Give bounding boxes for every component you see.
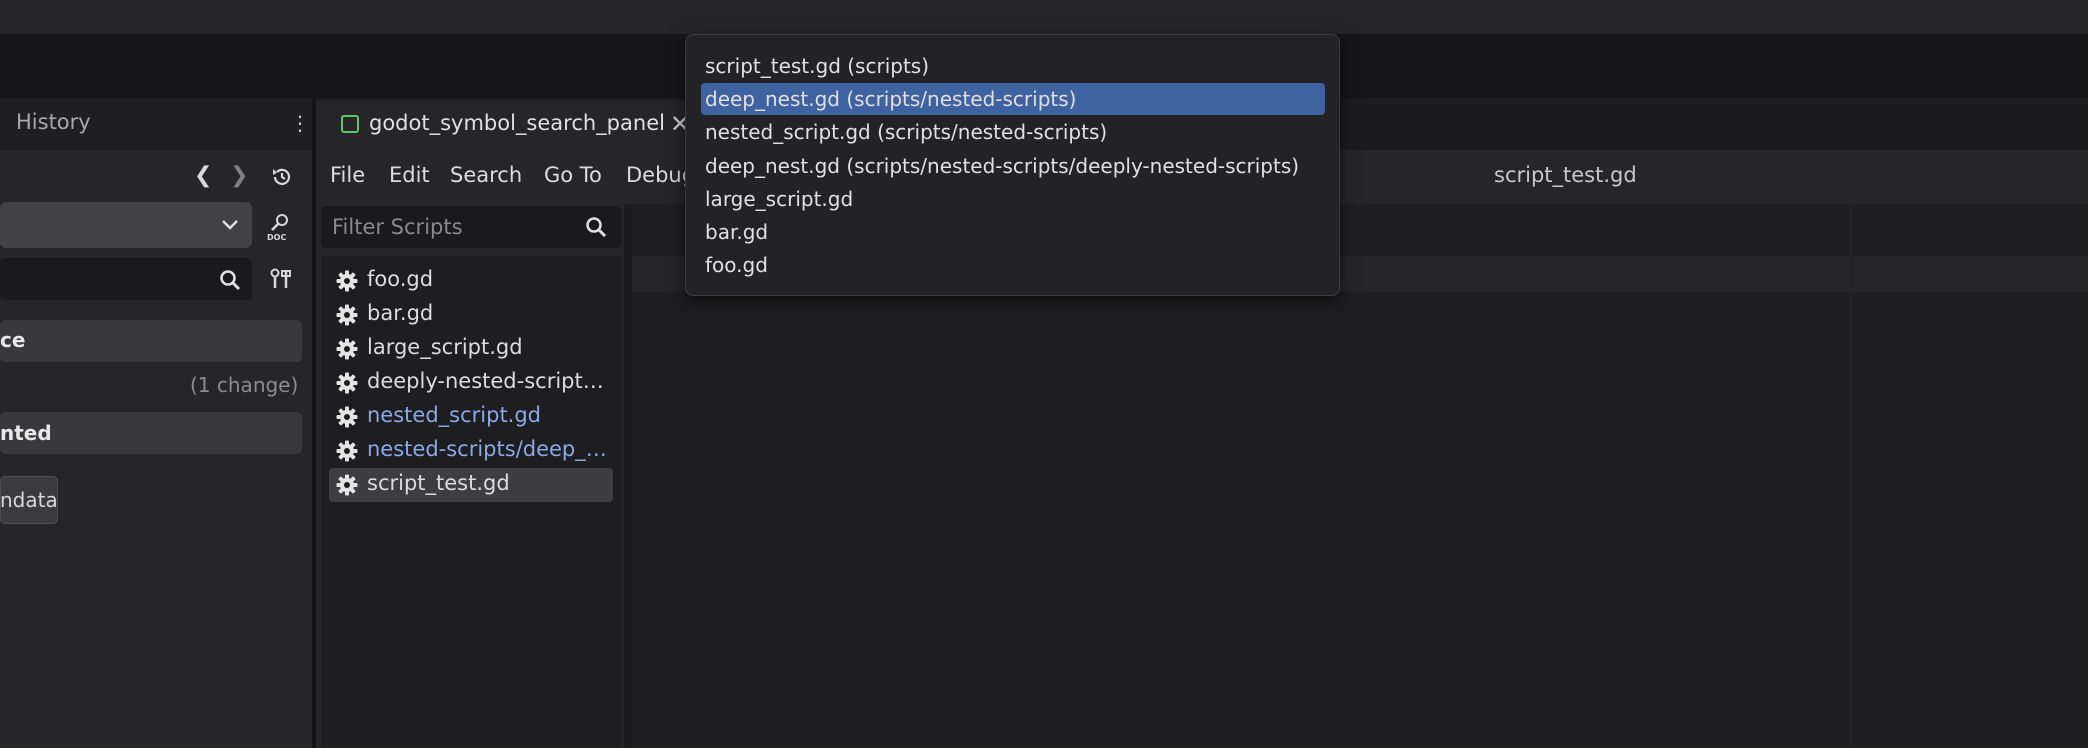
svg-text:DOC: DOC bbox=[267, 233, 286, 242]
script-name: bar.gd bbox=[367, 301, 434, 325]
script-name: nested_script.gd bbox=[367, 403, 542, 427]
popup-result-item[interactable]: script_test.gd (scripts) bbox=[705, 50, 1325, 82]
property-filter-input[interactable] bbox=[0, 258, 252, 300]
back-arrow-icon[interactable]: ❮ bbox=[194, 163, 212, 188]
gear-icon bbox=[335, 269, 359, 293]
menu-edit[interactable]: Edit bbox=[389, 163, 430, 187]
list-item[interactable]: script_test.gd bbox=[329, 468, 613, 502]
gear-icon bbox=[335, 473, 359, 497]
search-icon bbox=[586, 217, 607, 238]
menu-goto[interactable]: Go To bbox=[544, 163, 602, 187]
list-item[interactable]: large_script.gd bbox=[329, 332, 613, 366]
change-count: (1 change) bbox=[190, 373, 299, 397]
gear-icon bbox=[335, 371, 359, 395]
list-item[interactable]: bar.gd bbox=[329, 298, 613, 332]
doc-search-icon[interactable]: DOC bbox=[266, 212, 294, 242]
section-title-2: nted bbox=[0, 421, 52, 445]
popup-result-item[interactable]: large_script.gd bbox=[705, 183, 1325, 215]
line-length-guide bbox=[1850, 204, 1852, 748]
script-name: deeply-nested-script… bbox=[367, 369, 604, 393]
tab-history[interactable]: History bbox=[16, 110, 91, 134]
script-name: nested-scripts/deep_… bbox=[367, 437, 607, 461]
code-gutter bbox=[624, 204, 632, 748]
history-icon[interactable] bbox=[270, 165, 294, 189]
inspector-section-header[interactable] bbox=[0, 320, 302, 362]
popup-result-item[interactable]: nested_script.gd (scripts/nested-scripts… bbox=[705, 116, 1325, 148]
dock-menu-icon[interactable]: ⋮ bbox=[290, 110, 310, 136]
script-name: large_script.gd bbox=[367, 335, 523, 359]
script-name: script_test.gd bbox=[367, 471, 510, 495]
script-name: foo.gd bbox=[367, 267, 434, 291]
list-item[interactable]: nested-scripts/deep_… bbox=[329, 434, 613, 468]
popup-result-item[interactable]: foo.gd bbox=[705, 249, 1325, 281]
popup-result-item[interactable]: deep_nest.gd (scripts/nested-scripts/dee… bbox=[705, 150, 1325, 182]
search-icon bbox=[220, 270, 241, 291]
popup-result-item[interactable]: deep_nest.gd (scripts/nested-scripts) bbox=[705, 83, 1325, 115]
tools-icon[interactable] bbox=[268, 266, 294, 292]
menu-search[interactable]: Search bbox=[450, 163, 522, 187]
current-file-title: script_test.gd bbox=[1494, 163, 1637, 187]
popup-result-item[interactable]: bar.gd bbox=[705, 216, 1325, 248]
gear-icon bbox=[335, 337, 359, 361]
tab-label: godot_symbol_search_panel bbox=[369, 111, 665, 135]
list-item[interactable]: nested_script.gd bbox=[329, 400, 613, 434]
inspector-dropdown[interactable] bbox=[0, 202, 252, 248]
filter-scripts-placeholder: Filter Scripts bbox=[332, 215, 463, 239]
list-item[interactable]: deeply-nested-script… bbox=[329, 366, 613, 400]
section-title: ce bbox=[0, 328, 26, 352]
add-metadata-label: ndata bbox=[0, 488, 58, 512]
chevron-down-icon bbox=[222, 220, 238, 230]
script-scene-icon bbox=[341, 115, 359, 133]
gear-icon bbox=[335, 439, 359, 463]
gear-icon bbox=[335, 405, 359, 429]
list-item[interactable]: foo.gd bbox=[329, 264, 613, 298]
gear-icon bbox=[335, 303, 359, 327]
menu-file[interactable]: File bbox=[330, 163, 365, 187]
forward-arrow-icon[interactable]: ❯ bbox=[230, 163, 248, 188]
title-bar bbox=[0, 0, 2088, 34]
